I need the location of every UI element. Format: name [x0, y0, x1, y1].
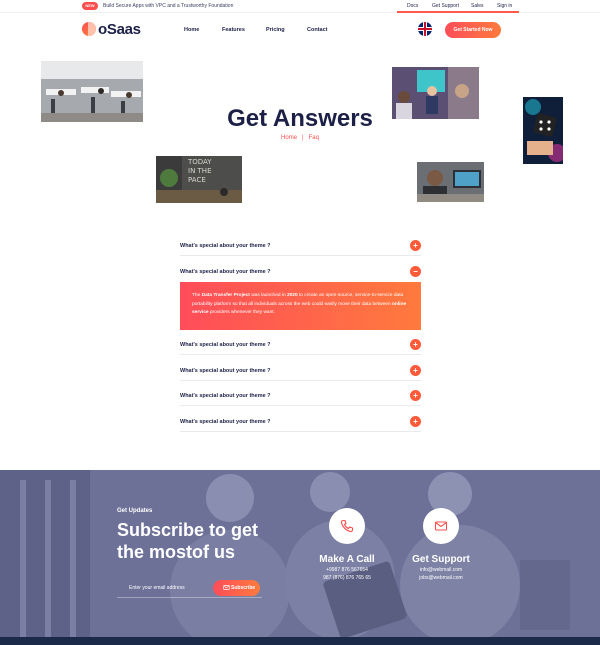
language-flag-icon[interactable] — [418, 22, 432, 36]
logo-icon — [82, 22, 96, 36]
site-header: oSaas Home Features Pricing Contact Get … — [0, 13, 600, 48]
faq-item[interactable]: What's special about your theme ? + — [180, 412, 421, 432]
nav-features[interactable]: Features — [222, 26, 245, 34]
faq-question: What's special about your theme ? — [180, 342, 271, 348]
announcement-bar: NEW Build Secure Apps with VPC and a Tru… — [0, 0, 600, 13]
mail-icon[interactable] — [423, 508, 459, 544]
faq-question: What's special about your theme ? — [180, 419, 271, 425]
breadcrumb: Home | Faq — [0, 134, 600, 142]
faq-question: What's special about your theme ? — [180, 243, 271, 249]
nav-contact[interactable]: Contact — [307, 26, 327, 34]
breadcrumb-current: Faq — [308, 135, 319, 141]
nav-pricing[interactable]: Pricing — [266, 26, 285, 34]
subscribe-section: Get Updates Subscribe to get the mostof … — [0, 470, 600, 637]
phone-icon[interactable] — [329, 508, 365, 544]
plus-icon[interactable]: + — [410, 339, 421, 350]
svg-text:PACE: PACE — [188, 176, 206, 184]
contact-call-title: Make A Call — [319, 554, 375, 565]
faq-item[interactable]: What's special about your theme ? + — [180, 335, 421, 355]
faq-question: What's special about your theme ? — [180, 368, 271, 374]
top-link-sales[interactable]: Sales — [471, 3, 484, 10]
top-links: Docs Get Support Sales Sign in — [397, 0, 519, 13]
announcement-text[interactable]: Build Secure Apps with VPC and a Trustwo… — [103, 2, 233, 10]
minus-icon[interactable]: − — [410, 266, 421, 277]
faq-question: What's special about your theme ? — [180, 269, 271, 275]
contact-support: Get Support info@webmail.com jobs@webmai… — [396, 508, 486, 582]
plus-icon[interactable]: + — [410, 390, 421, 401]
get-started-button[interactable]: Get Started Now — [445, 22, 501, 38]
faq-item[interactable]: What's special about your theme ? + — [180, 236, 421, 256]
breadcrumb-home[interactable]: Home — [281, 135, 297, 141]
nav-home[interactable]: Home — [184, 26, 199, 34]
workstation-photo — [417, 162, 484, 202]
send-icon — [223, 585, 230, 590]
subscribe-form: Enter your email address Subscribe — [117, 578, 262, 598]
contact-call: Make A Call +9987 876 567654 987 (876) 8… — [302, 508, 392, 582]
top-link-docs[interactable]: Docs — [407, 3, 418, 10]
faq-question: What's special about your theme ? — [180, 393, 271, 399]
support-email-1[interactable]: info@webmail.com — [396, 566, 486, 574]
contact-support-title: Get Support — [412, 554, 470, 565]
faq-answer-text: The Data Transfer Project was launched i… — [192, 293, 407, 315]
page-title: Get Answers — [227, 105, 373, 132]
logo-text: oSaas — [98, 21, 141, 38]
plus-icon[interactable]: + — [410, 240, 421, 251]
cafe-photo: TODAY IN THE PACE — [156, 156, 242, 203]
plus-icon[interactable]: + — [410, 416, 421, 427]
phone-number-2[interactable]: 987 (876) 876 765 65 — [302, 574, 392, 582]
top-link-signin[interactable]: Sign in — [497, 3, 512, 10]
subscribe-button[interactable]: Subscribe — [213, 580, 260, 596]
svg-text:IN THE: IN THE — [188, 167, 212, 175]
footer-strip — [0, 637, 600, 645]
faq-item[interactable]: What's special about your theme ? + — [180, 386, 421, 406]
faq-item[interactable]: What's special about your theme ? + — [180, 361, 421, 381]
new-badge: NEW — [82, 2, 98, 10]
subscribe-eyebrow: Get Updates — [117, 508, 153, 514]
plus-icon[interactable]: + — [410, 365, 421, 376]
email-placeholder: Enter your email address — [129, 585, 185, 591]
team-background-photo — [0, 470, 600, 637]
phone-number-1[interactable]: +9987 876 567654 — [302, 566, 392, 574]
faq-item-open[interactable]: What's special about your theme ? − — [180, 262, 421, 282]
subscribe-button-label: Subscribe — [231, 585, 256, 591]
subscribe-title: Subscribe to get the mostof us — [117, 520, 259, 562]
breadcrumb-separator: | — [302, 135, 304, 141]
top-link-support[interactable]: Get Support — [432, 3, 459, 10]
faq-answer-panel: The Data Transfer Project was launched i… — [180, 282, 421, 330]
support-email-2[interactable]: jobs@webmail.com — [396, 574, 486, 582]
svg-text:TODAY: TODAY — [187, 158, 212, 166]
